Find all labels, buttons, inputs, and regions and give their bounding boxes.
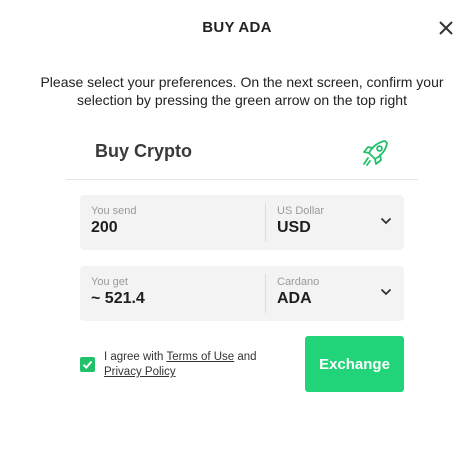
get-label: You get [91, 276, 128, 288]
get-currency-select[interactable]: Cardano ADA [266, 266, 404, 321]
get-field: You get ~ 521.4 Cardano ADA [80, 266, 404, 321]
send-currency-name: US Dollar [277, 205, 325, 217]
terms-agreement: I agree with Terms of Use and Privacy Pol… [80, 350, 270, 382]
exchange-button[interactable]: Exchange [305, 336, 404, 392]
send-label: You send [91, 205, 137, 217]
send-amount-input[interactable]: 200 [91, 219, 118, 237]
section-heading: Buy Crypto [95, 141, 193, 161]
send-field: You send 200 US Dollar USD [80, 195, 404, 250]
get-currency-name: Cardano [277, 276, 320, 288]
get-currency-code: ADA [277, 290, 312, 307]
get-amount-value: ~ 521.4 [91, 290, 145, 307]
terms-prefix: I agree with [104, 351, 167, 363]
checkmark-icon [82, 360, 93, 369]
section-header: Buy Crypto [66, 136, 418, 180]
terms-text: I agree with Terms of Use and Privacy Pol… [104, 350, 257, 380]
chevron-down-icon [380, 217, 392, 225]
terms-checkbox[interactable] [80, 357, 95, 372]
privacy-policy-link[interactable]: Privacy Policy [104, 366, 176, 378]
rocket-icon[interactable] [358, 136, 392, 170]
instructions-text: Please select your preferences. On the n… [40, 74, 444, 108]
send-currency-code: USD [277, 219, 311, 236]
dialog-title: BUY ADA [202, 19, 272, 36]
terms-of-use-link[interactable]: Terms of Use [166, 351, 234, 363]
buy-dialog: BUY ADA Please select your preferences. … [0, 0, 474, 453]
terms-middle: and [234, 351, 257, 363]
chevron-down-icon [380, 288, 392, 296]
send-currency-select[interactable]: US Dollar USD [266, 195, 404, 250]
close-icon[interactable] [437, 19, 455, 37]
